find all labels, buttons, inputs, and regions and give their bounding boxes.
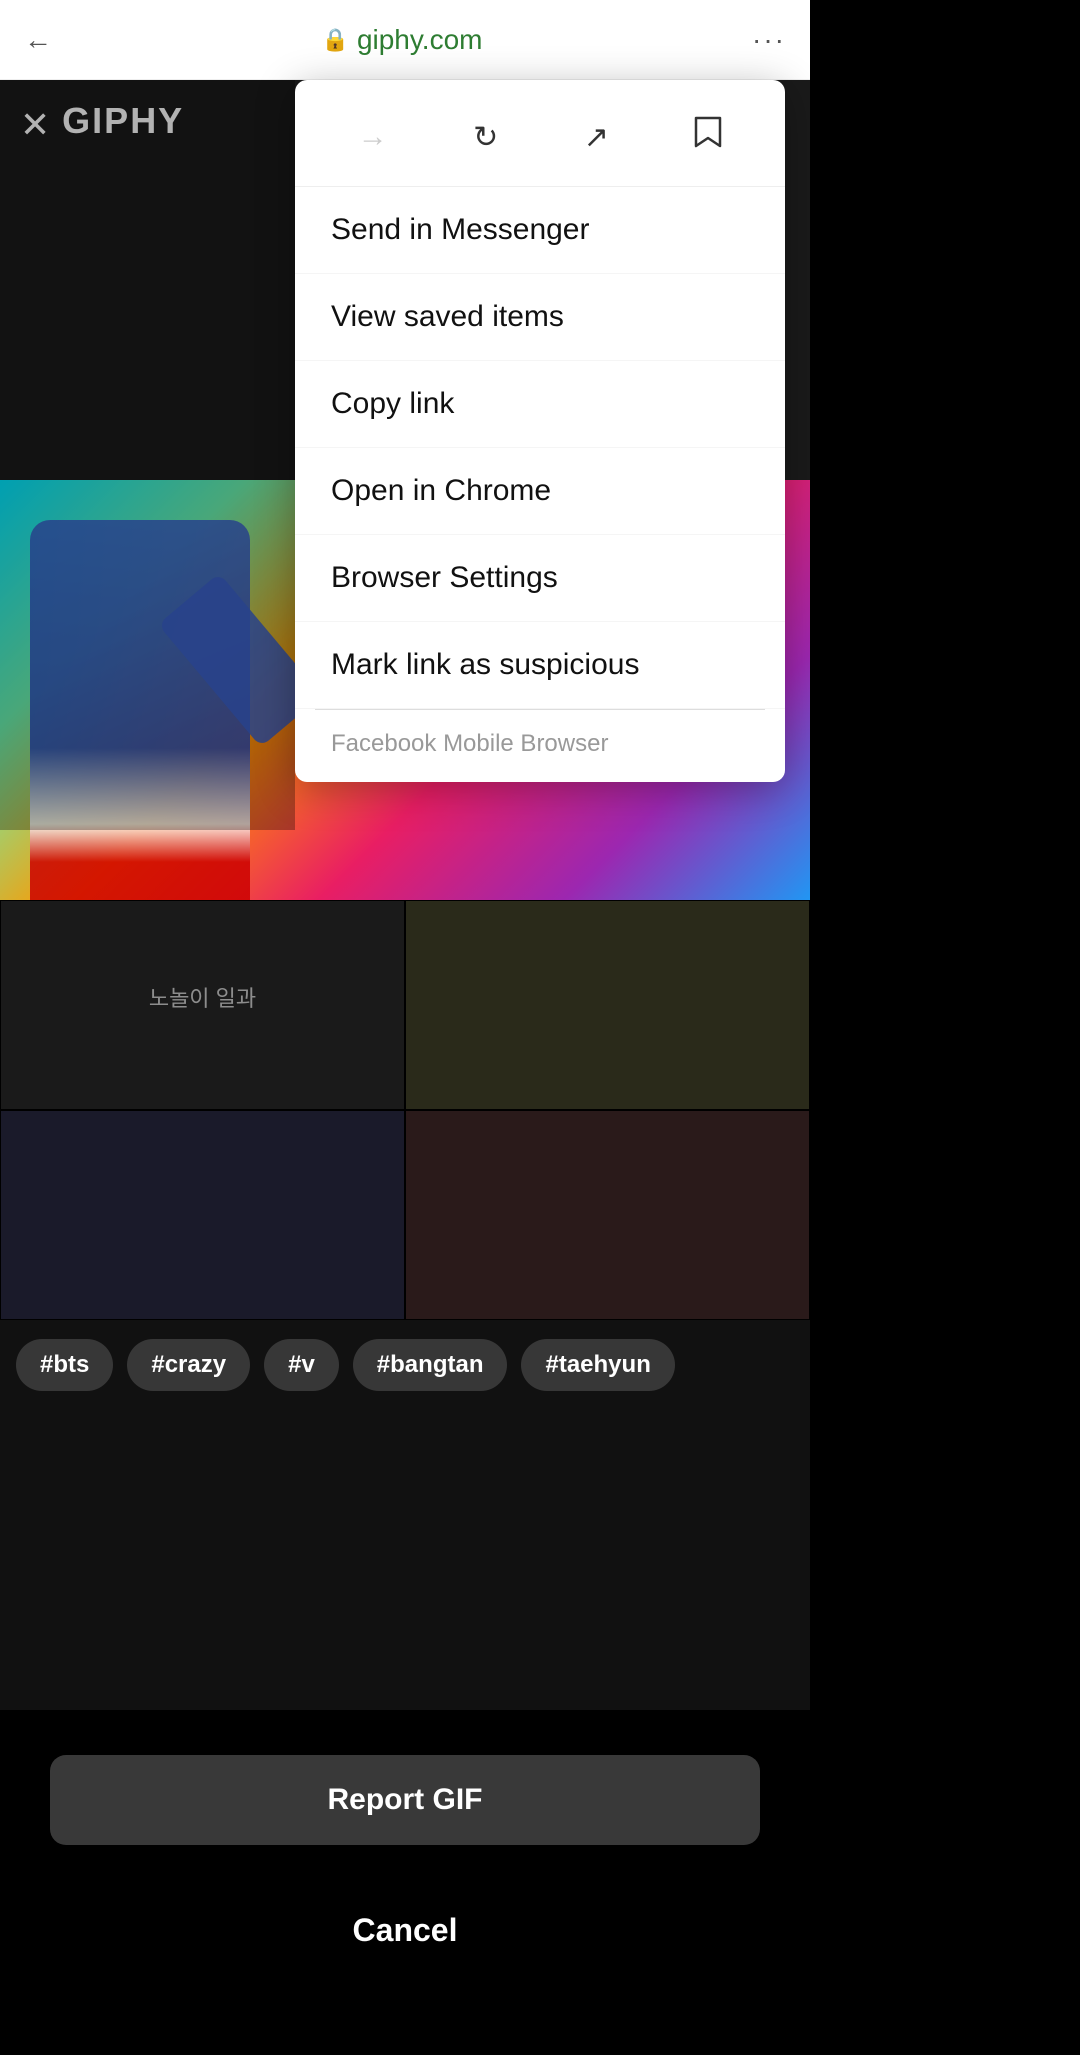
url-bar: 🔒 giphy.com — [322, 24, 483, 56]
menu-item-browser-settings[interactable]: Browser Settings — [295, 535, 785, 622]
hashtag-bangtan[interactable]: #bangtan — [353, 1339, 508, 1391]
menu-toolbar: → ↻ ↗ — [295, 80, 785, 187]
menu-item-copy-link[interactable]: Copy link — [295, 361, 785, 448]
menu-footer-label: Facebook Mobile Browser — [295, 710, 785, 782]
report-gif-label: Report GIF — [328, 1783, 483, 1817]
bookmark-icon[interactable] — [686, 108, 730, 166]
url-text: giphy.com — [357, 24, 483, 56]
hashtag-taehyun[interactable]: #taehyun — [521, 1339, 674, 1391]
menu-item-view-saved[interactable]: View saved items — [295, 274, 785, 361]
forward-icon[interactable]: → — [350, 112, 396, 162]
thumb-4 — [405, 1110, 810, 1320]
menu-item-open-chrome[interactable]: Open in Chrome — [295, 448, 785, 535]
dropdown-menu: → ↻ ↗ Send in Messenger View saved items… — [295, 80, 785, 782]
report-gif-button[interactable]: Report GIF — [50, 1755, 760, 1845]
more-options-button[interactable]: ··· — [752, 24, 786, 56]
thumb-3 — [0, 1110, 405, 1320]
dim-overlay — [0, 80, 295, 830]
menu-item-send-messenger[interactable]: Send in Messenger — [295, 187, 785, 274]
thumbnails-area: 노놀이 일과 — [0, 900, 810, 1320]
bottom-area — [0, 1410, 810, 1710]
browser-chrome: ← 🔒 giphy.com ··· — [0, 0, 810, 80]
refresh-icon[interactable]: ↻ — [465, 112, 506, 163]
share-icon[interactable]: ↗ — [576, 112, 617, 163]
thumb-1: 노놀이 일과 — [0, 900, 405, 1110]
hashtags-area: #bts #crazy #v #bangtan #taehyun — [0, 1320, 810, 1410]
hashtag-bts[interactable]: #bts — [16, 1339, 113, 1391]
cancel-button[interactable]: Cancel — [0, 1885, 810, 1975]
hashtag-v[interactable]: #v — [264, 1339, 339, 1391]
thumb-text-1: 노놀이 일과 — [1, 901, 404, 1093]
back-button[interactable]: ← — [24, 24, 52, 56]
menu-item-mark-suspicious[interactable]: Mark link as suspicious — [295, 622, 785, 709]
lock-icon: 🔒 — [322, 27, 349, 53]
hashtag-crazy[interactable]: #crazy — [127, 1339, 250, 1391]
thumb-2 — [405, 900, 810, 1110]
cancel-label: Cancel — [353, 1912, 458, 1949]
